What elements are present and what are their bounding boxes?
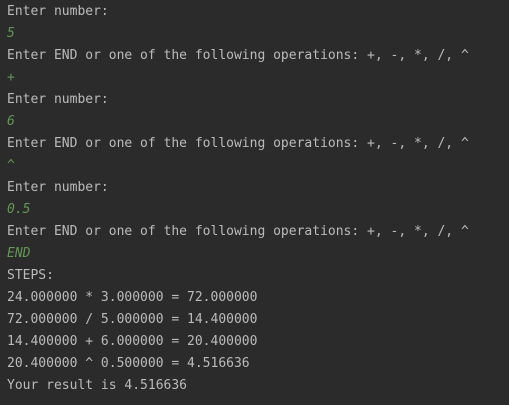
console-output-line: 20.400000 ^ 0.500000 = 4.516636: [7, 356, 250, 371]
console-output-line: Your result is 4.516636: [7, 378, 188, 393]
console-output-line: STEPS:: [7, 268, 54, 283]
console-output-line: 72.000000 / 5.000000 = 14.400000: [7, 312, 258, 327]
console-output-line: Enter number:: [7, 92, 109, 107]
console-output-line: Enter number:: [7, 4, 109, 19]
console-input-line: 6: [7, 114, 15, 129]
console-output-line: Enter END or one of the following operat…: [7, 48, 469, 63]
console-output-line: Enter END or one of the following operat…: [7, 136, 469, 151]
console-input-line: ^: [7, 158, 15, 173]
console-output-line: 14.400000 + 6.000000 = 20.400000: [7, 334, 258, 349]
console-input-line: 0.5: [7, 202, 31, 217]
console-input-line: END: [7, 246, 31, 261]
console-output-panel[interactable]: Enter number: 5 Enter END or one of the fo…: [0, 0, 509, 405]
console-output-line: 24.000000 * 3.000000 = 72.000000: [7, 290, 258, 305]
console-output-line: Enter number:: [7, 180, 109, 195]
console-output-line: Enter END or one of the following operat…: [7, 224, 469, 239]
console-input-line: +: [7, 70, 15, 85]
console-input-line: 5: [7, 26, 15, 41]
